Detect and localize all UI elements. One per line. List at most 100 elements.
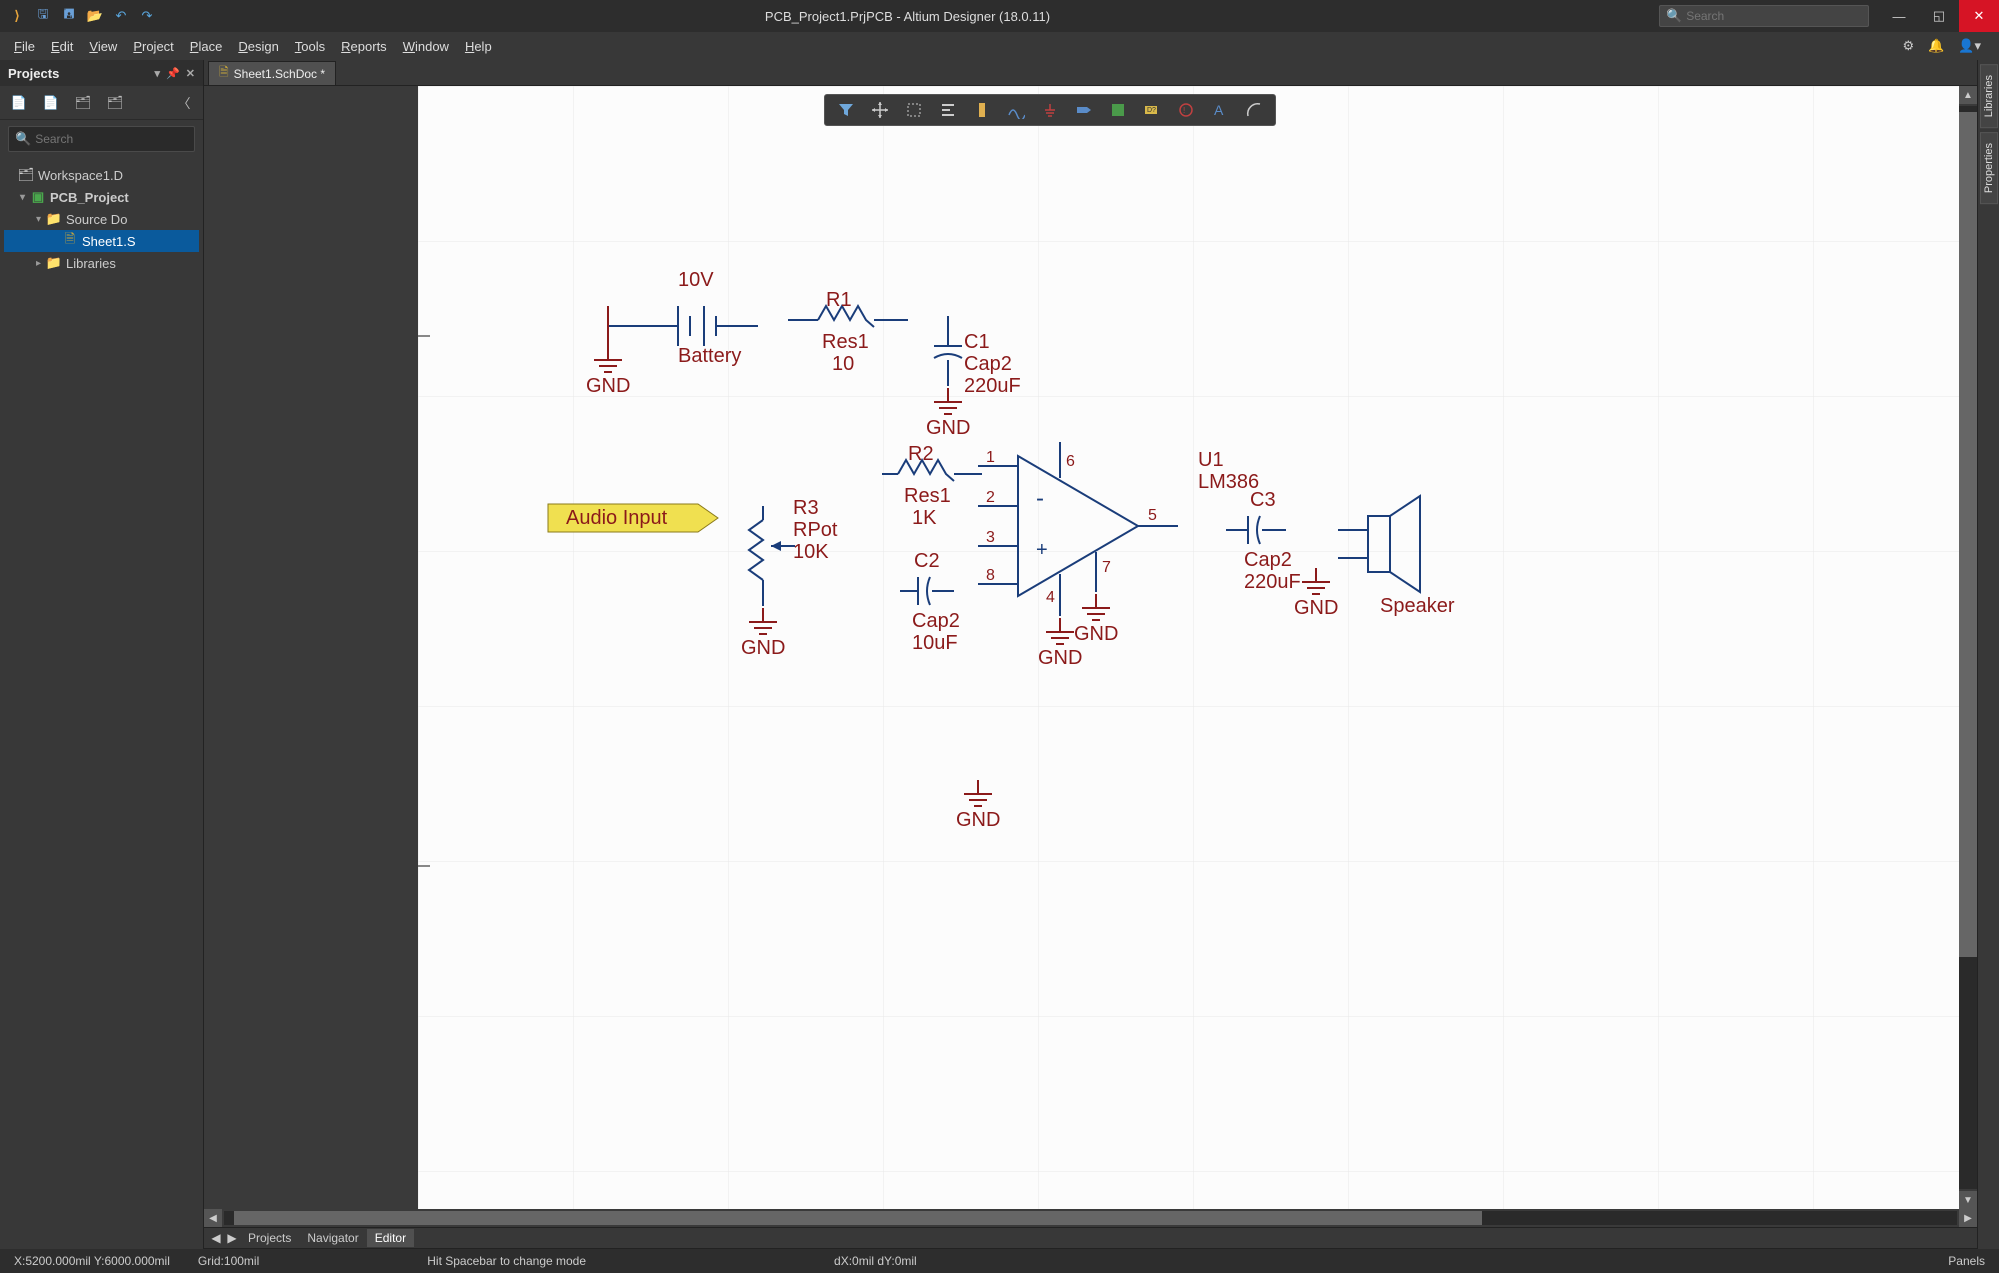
scroll-down-icon[interactable]: ▼ <box>1959 1191 1977 1209</box>
redo-icon[interactable]: ↷ <box>138 7 156 25</box>
svg-text:2: 2 <box>986 489 995 506</box>
scroll-right-icon[interactable]: ▶ <box>1959 1209 1977 1227</box>
place-pin-icon[interactable] <box>967 97 997 123</box>
menu-design[interactable]: Design <box>230 35 286 58</box>
menu-edit[interactable]: Edit <box>43 35 81 58</box>
active-bar-toolbar: D? ! A <box>824 94 1276 126</box>
compile-icon[interactable]: 🗂 <box>74 94 92 112</box>
align-icon[interactable] <box>933 97 963 123</box>
place-sheet-icon[interactable] <box>1103 97 1133 123</box>
vscroll-thumb[interactable] <box>1959 112 1977 957</box>
bottom-tab-projects[interactable]: Projects <box>240 1229 299 1247</box>
menu-tools[interactable]: Tools <box>287 35 333 58</box>
svg-text:10uF: 10uF <box>912 632 958 654</box>
tree-item[interactable]: ▾📁Source Do <box>4 208 199 230</box>
place-port-icon[interactable] <box>1069 97 1099 123</box>
menu-file[interactable]: File <box>6 35 43 58</box>
place-power-icon[interactable] <box>1035 97 1065 123</box>
status-grid: Grid:100mil <box>184 1254 273 1268</box>
tab-sheet1[interactable]: 🗎 Sheet1.SchDoc * <box>208 61 336 85</box>
bottom-tab-next[interactable]: ▶ <box>224 1231 240 1245</box>
svg-text:Speaker: Speaker <box>1380 595 1455 617</box>
save-icon[interactable]: 🖫 <box>34 7 52 25</box>
place-netlabel-icon[interactable]: D? <box>1137 97 1167 123</box>
svg-text:GND: GND <box>926 417 970 439</box>
rail-tab-properties[interactable]: Properties <box>1980 132 1998 204</box>
doc-icon: 🗎 <box>219 63 229 84</box>
svg-text:Cap2: Cap2 <box>964 353 1012 375</box>
settings2-icon[interactable]: 🗂 <box>106 94 124 112</box>
project-tree[interactable]: 🗂Workspace1.D▾▣PCB_Project▾📁Source Do🗎Sh… <box>0 158 203 1249</box>
tree-item[interactable]: ▸📁Libraries <box>4 252 199 274</box>
tree-item[interactable]: ▾▣PCB_Project <box>4 186 199 208</box>
panels-button[interactable]: Panels <box>1934 1254 1999 1268</box>
filter-icon[interactable] <box>831 97 861 123</box>
new-doc2-icon[interactable]: 📄 <box>42 94 60 112</box>
place-text-icon[interactable]: A <box>1205 97 1235 123</box>
tree-item[interactable]: 🗂Workspace1.D <box>4 164 199 186</box>
collapse-icon[interactable]: 〈 <box>175 94 193 112</box>
undo-icon[interactable]: ↶ <box>112 7 130 25</box>
menu-place[interactable]: Place <box>182 35 231 58</box>
user-icon[interactable]: 👤▾ <box>1958 38 1981 54</box>
save-all-icon[interactable]: 🖪 <box>60 7 78 25</box>
menu-view[interactable]: View <box>81 35 125 58</box>
minimize-button[interactable]: — <box>1879 0 1919 32</box>
svg-text:Res1: Res1 <box>904 485 951 507</box>
place-noconnect-icon[interactable]: ! <box>1171 97 1201 123</box>
svg-text:RPot: RPot <box>793 519 838 541</box>
svg-text:Cap2: Cap2 <box>912 610 960 632</box>
svg-text:R3: R3 <box>793 497 819 519</box>
new-doc-icon[interactable]: 📄 <box>10 94 28 112</box>
svg-text:1: 1 <box>986 449 995 466</box>
status-delta: dX:0mil dY:0mil <box>820 1254 931 1268</box>
status-hint: Hit Spacebar to change mode <box>413 1254 600 1268</box>
hscroll-thumb[interactable] <box>234 1211 1482 1225</box>
svg-text:-: - <box>1036 485 1044 512</box>
svg-text:C3: C3 <box>1250 489 1276 511</box>
schematic-sheet[interactable]: 10VBatteryGNDR1Res110C1Cap2220uFGNDAudio… <box>418 86 1959 1209</box>
scroll-left-icon[interactable]: ◀ <box>204 1209 222 1227</box>
schematic-canvas[interactable]: D? ! A <box>204 86 1977 1227</box>
svg-text:!: ! <box>1183 106 1185 115</box>
place-wire-icon[interactable] <box>1001 97 1031 123</box>
global-search-input[interactable] <box>1686 9 1862 23</box>
svg-text:GND: GND <box>741 637 785 659</box>
panel-close-icon[interactable]: ✕ <box>186 67 195 80</box>
panel-pin-icon[interactable]: 📌 <box>166 67 180 80</box>
close-button[interactable]: ✕ <box>1959 0 1999 32</box>
svg-text:Battery: Battery <box>678 345 741 367</box>
panel-menu-icon[interactable]: ▾ <box>155 67 161 80</box>
menu-project[interactable]: Project <box>125 35 181 58</box>
svg-text:GND: GND <box>1294 597 1338 619</box>
bottom-tab-navigator[interactable]: Navigator <box>299 1229 366 1247</box>
menu-reports[interactable]: Reports <box>333 35 395 58</box>
bottom-tab-prev[interactable]: ◀ <box>208 1231 224 1245</box>
svg-text:8: 8 <box>986 567 995 584</box>
move-icon[interactable] <box>865 97 895 123</box>
vertical-scrollbar[interactable]: ▲ ▼ <box>1959 86 1977 1209</box>
rail-tab-libraries[interactable]: Libraries <box>1980 64 1998 128</box>
svg-text:6: 6 <box>1066 453 1075 470</box>
svg-text:C2: C2 <box>914 550 940 572</box>
horizontal-scrollbar[interactable]: ◀ ▶ <box>204 1209 1977 1227</box>
tree-item[interactable]: 🗎Sheet1.S <box>4 230 199 252</box>
projects-panel-header: Projects ▾ 📌 ✕ <box>0 60 203 86</box>
notifications-icon[interactable]: 🔔 <box>1928 38 1944 54</box>
search-icon: 🔍 <box>15 131 31 147</box>
scroll-up-icon[interactable]: ▲ <box>1959 86 1977 104</box>
menu-window[interactable]: Window <box>395 35 457 58</box>
place-arc-icon[interactable] <box>1239 97 1269 123</box>
svg-text:220uF: 220uF <box>1244 571 1301 593</box>
menu-help[interactable]: Help <box>457 35 500 58</box>
global-search[interactable]: 🔍 <box>1659 5 1869 27</box>
svg-text:10K: 10K <box>793 541 829 563</box>
projects-search-input[interactable] <box>35 132 188 146</box>
bottom-tab-editor[interactable]: Editor <box>367 1229 414 1247</box>
open-icon[interactable]: 📂 <box>86 7 104 25</box>
select-rect-icon[interactable] <box>899 97 929 123</box>
svg-text:+: + <box>1036 539 1048 561</box>
projects-search[interactable]: 🔍 <box>8 126 195 152</box>
settings-icon[interactable]: ⚙ <box>1902 38 1914 54</box>
maximize-button[interactable]: ◱ <box>1919 0 1959 32</box>
